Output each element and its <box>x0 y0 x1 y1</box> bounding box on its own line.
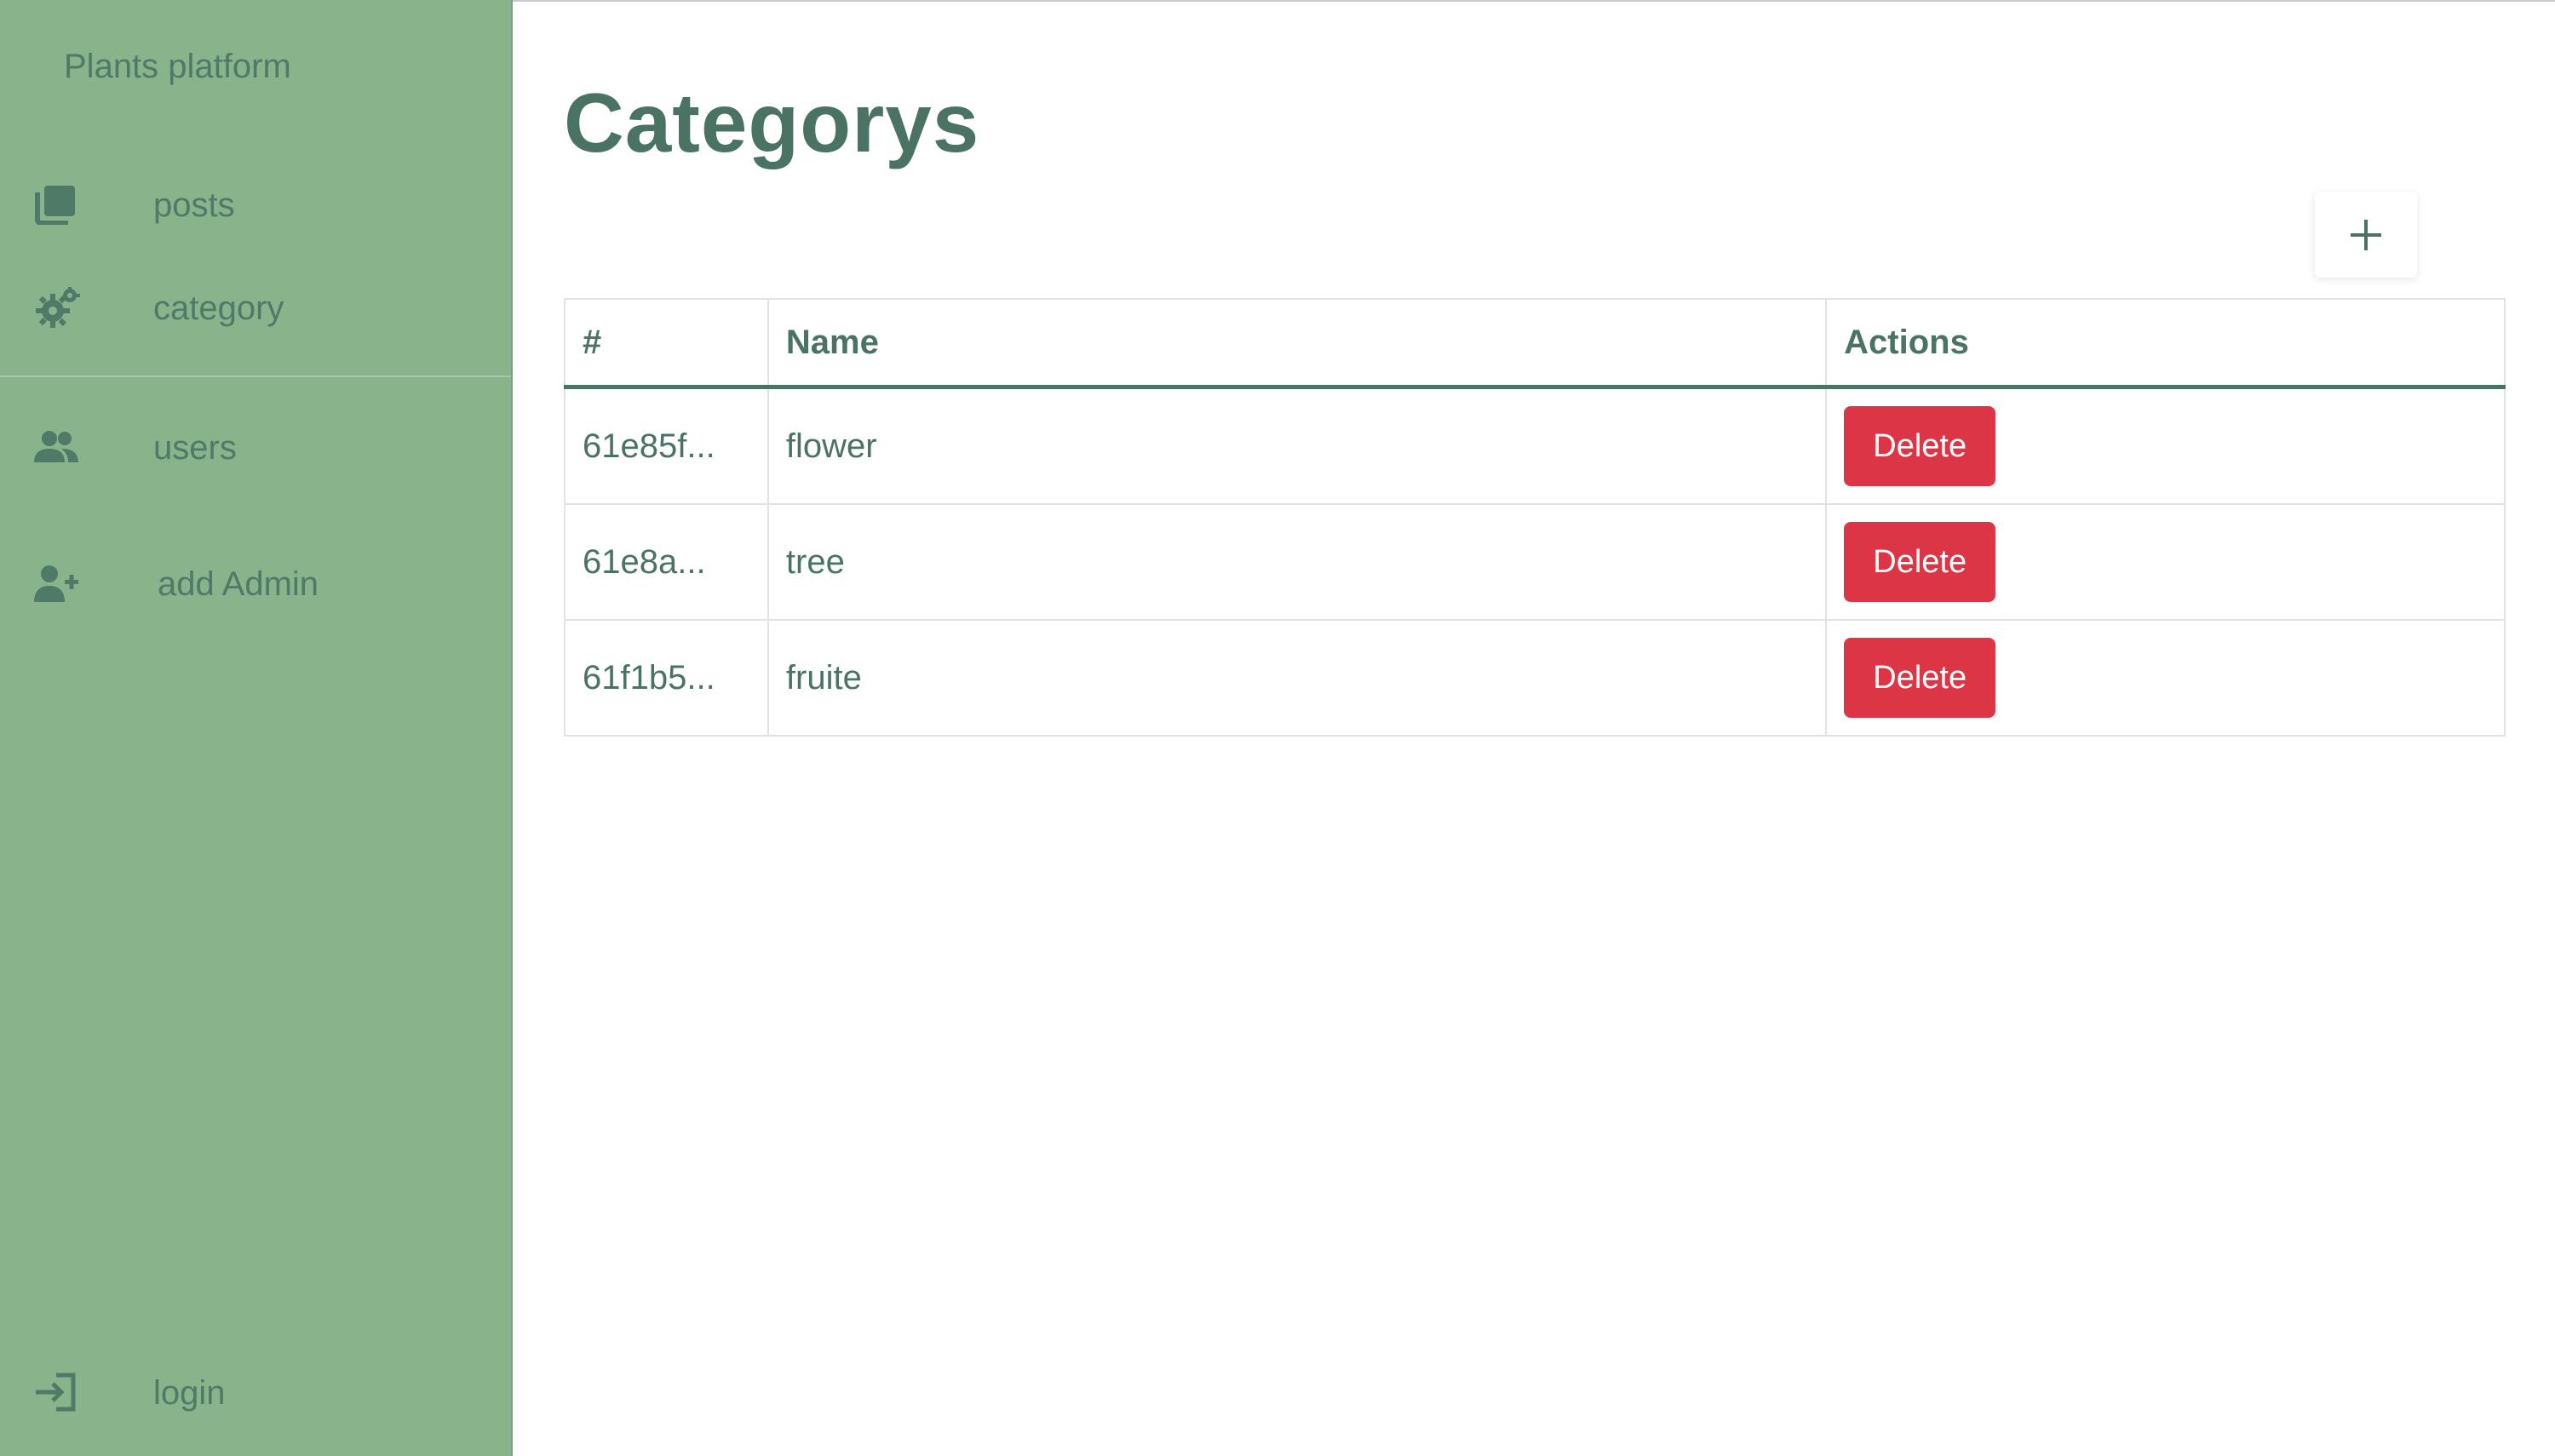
column-header-actions: Actions <box>1825 298 2506 389</box>
main-content: Categorys # Name Actions 61e85f... flowe… <box>511 0 2555 1456</box>
add-category-button[interactable] <box>2315 192 2417 278</box>
brand-title: Plants platform <box>64 48 291 85</box>
category-id: 61e8a... <box>564 503 769 621</box>
sidebar-item-add-admin[interactable]: add Admin <box>0 545 511 622</box>
user-plus-icon <box>32 563 80 604</box>
category-name: fruite <box>766 619 1828 737</box>
table-row: 61e8a... tree Delete <box>564 503 2506 621</box>
category-name: tree <box>766 503 1828 621</box>
actions-cell: Delete <box>1825 619 2506 737</box>
delete-button[interactable]: Delete <box>1844 406 1996 486</box>
categories-table: # Name Actions 61e85f... flower Delete 6… <box>564 298 2506 737</box>
column-header-name: Name <box>766 298 1828 389</box>
sidebar-item-label: login <box>153 1374 226 1412</box>
column-header-id: # <box>564 298 769 389</box>
delete-button[interactable]: Delete <box>1844 522 1996 602</box>
category-name: flower <box>766 386 1828 505</box>
copy-icon <box>32 184 80 225</box>
sidebar-item-label: category <box>153 289 284 327</box>
sidebar-item-posts[interactable]: posts <box>0 166 511 243</box>
sidebar-item-category[interactable]: category <box>0 269 511 346</box>
delete-button[interactable]: Delete <box>1844 638 1996 718</box>
plus-icon <box>2351 220 2381 250</box>
table-header-row: # Name Actions <box>564 298 2506 389</box>
category-id: 61e85f... <box>564 386 769 505</box>
gear-icon <box>32 287 80 328</box>
table-row: 61e85f... flower Delete <box>564 386 2506 505</box>
category-id: 61f1b5... <box>564 619 769 737</box>
users-icon <box>32 427 80 467</box>
sidebar-item-users[interactable]: users <box>0 409 511 485</box>
sidebar: Plants platform posts category users add… <box>0 0 513 1456</box>
sign-in-icon <box>32 1372 80 1413</box>
page-title: Categorys <box>564 76 980 169</box>
sidebar-item-label: users <box>153 429 237 467</box>
sidebar-divider <box>0 375 511 377</box>
sidebar-item-login[interactable]: login <box>0 1354 511 1430</box>
table-row: 61f1b5... fruite Delete <box>564 619 2506 737</box>
sidebar-item-label: add Admin <box>158 565 319 603</box>
actions-cell: Delete <box>1825 386 2506 505</box>
sidebar-item-label: posts <box>153 186 235 224</box>
actions-cell: Delete <box>1825 503 2506 621</box>
